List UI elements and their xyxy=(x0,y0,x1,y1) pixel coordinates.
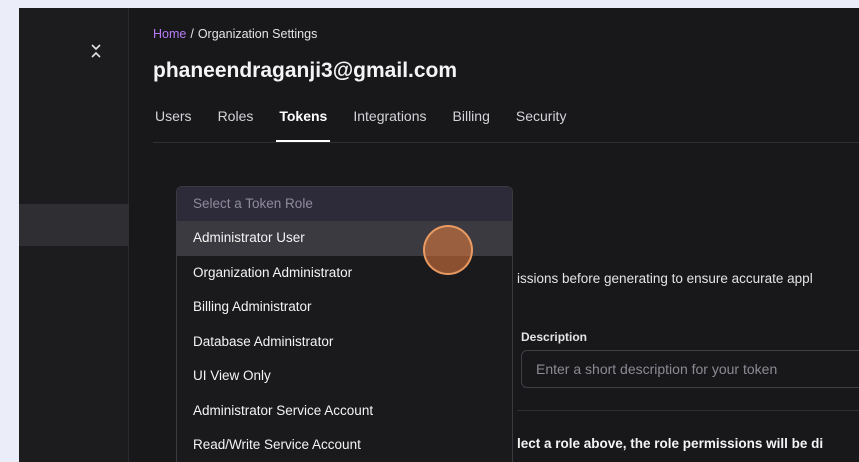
breadcrumb: Home / Organization Settings xyxy=(153,27,317,41)
role-info-text: issions before generating to ensure accu… xyxy=(517,271,813,286)
app-window: Home / Organization Settings phaneendragan… xyxy=(19,8,859,462)
breadcrumb-home-link[interactable]: Home xyxy=(153,27,186,41)
description-input[interactable] xyxy=(521,350,859,388)
sidebar xyxy=(19,8,129,462)
page-title: phaneendraganji3@gmail.com xyxy=(153,59,458,82)
role-option-billing-administrator[interactable]: Billing Administrator xyxy=(177,290,512,325)
role-option-organization-administrator[interactable]: Organization Administrator xyxy=(177,256,512,291)
sidebar-item-active[interactable] xyxy=(19,204,129,246)
description-label: Description xyxy=(521,330,588,344)
role-option-administrator-service-account[interactable]: Administrator Service Account xyxy=(177,394,512,429)
tab-integrations[interactable]: Integrations xyxy=(351,106,428,142)
breadcrumb-current: Organization Settings xyxy=(197,27,318,41)
breadcrumb-separator: / xyxy=(190,27,194,41)
token-role-dropdown[interactable]: Select a Token Role Administrator User O… xyxy=(176,186,513,462)
tabs-divider xyxy=(153,142,859,143)
tab-bar: Users Roles Tokens Integrations Billing … xyxy=(153,106,590,142)
tab-users[interactable]: Users xyxy=(153,106,194,142)
tab-billing[interactable]: Billing xyxy=(451,106,492,142)
tab-roles[interactable]: Roles xyxy=(216,106,256,142)
role-option-database-administrator[interactable]: Database Administrator xyxy=(177,325,512,360)
role-option-administrator-user[interactable]: Administrator User xyxy=(177,221,512,256)
token-role-placeholder[interactable]: Select a Token Role xyxy=(177,187,512,221)
chevrons-collapse-icon[interactable] xyxy=(89,42,103,60)
role-option-ui-view-only[interactable]: UI View Only xyxy=(177,359,512,394)
tab-security[interactable]: Security xyxy=(514,106,569,142)
role-option-read-write-service-account[interactable]: Read/Write Service Account xyxy=(177,428,512,462)
tab-tokens[interactable]: Tokens xyxy=(276,106,331,142)
section-divider xyxy=(517,410,859,411)
role-permissions-text: lect a role above, the role permissions … xyxy=(517,436,824,451)
